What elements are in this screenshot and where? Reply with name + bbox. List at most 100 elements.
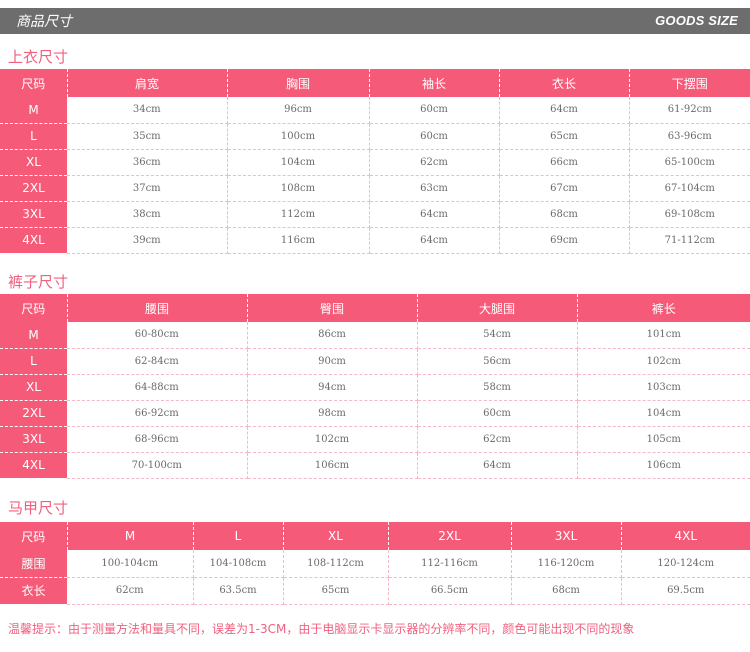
tops-row: 2XL 37cm 108cm 63cm 67cm 67-104cm <box>0 175 750 202</box>
tops-cell: 64cm <box>369 201 500 228</box>
pants-column-header: 臀围 <box>247 294 418 322</box>
tops-section-title: 上衣尺寸 <box>8 48 69 66</box>
pants-row: 2XL 66-92cm 98cm 60cm 104cm <box>0 400 750 427</box>
tops-cell: 67cm <box>499 175 630 202</box>
tops-size-label: XL <box>0 149 67 176</box>
tops-row: L 35cm 100cm 60cm 65cm 63-96cm <box>0 123 750 150</box>
tops-cell: 66cm <box>499 149 630 176</box>
pants-cell: 98cm <box>247 400 418 427</box>
vest-column-header: 2XL <box>388 522 512 550</box>
pants-cell: 56cm <box>417 348 578 375</box>
disclaimer-note: 温馨提示：由于测量方法和量具不同，误差为1-3CM，由于电脑显示卡显示器的分辨率… <box>8 622 635 636</box>
tops-cell: 61-92cm <box>629 97 750 124</box>
pants-cell: 60-80cm <box>67 322 248 349</box>
tops-size-label: 2XL <box>0 175 67 202</box>
vest-column-header: 4XL <box>621 522 750 550</box>
header-title-en: GOODS SIZE <box>655 13 738 28</box>
tops-column-header: 衣长 <box>499 69 630 97</box>
vest-cell: 116-120cm <box>511 550 622 578</box>
vest-cell: 65cm <box>283 577 389 605</box>
vest-cell: 100-104cm <box>67 550 194 578</box>
vest-size-table: 尺码 M L XL 2XL 3XL 4XL 腰围 100-104cm 104-108cm 108-… <box>0 522 750 605</box>
pants-cell: 54cm <box>417 322 578 349</box>
tops-column-header: 袖长 <box>369 69 500 97</box>
vest-row: 腰围 100-104cm 104-108cm 108-112cm 112-116cm 11… <box>0 550 750 578</box>
pants-size-label: L <box>0 348 67 375</box>
pants-cell: 58cm <box>417 374 578 401</box>
tops-cell: 60cm <box>369 97 500 124</box>
vest-size-label: 腰围 <box>0 550 67 578</box>
pants-row: L 62-84cm 90cm 56cm 102cm <box>0 348 750 375</box>
pants-cell: 106cm <box>577 452 750 479</box>
tops-column-header: 尺码 <box>0 69 68 97</box>
tops-cell: 108cm <box>227 175 370 202</box>
vest-cell: 108-112cm <box>283 550 389 578</box>
tops-cell: 96cm <box>227 97 370 124</box>
vest-cell: 69.5cm <box>621 577 750 605</box>
tops-cell: 65cm <box>499 123 630 150</box>
tops-column-header: 胸围 <box>227 69 370 97</box>
pants-cell: 102cm <box>247 426 418 453</box>
header-title-cn: 商品尺寸 <box>16 14 72 30</box>
vest-column-header: M <box>67 522 194 550</box>
vest-section-title: 马甲尺寸 <box>8 499 69 517</box>
vest-cell: 68cm <box>511 577 622 605</box>
vest-row: 衣长 62cm 63.5cm 65cm 66.5cm 68cm 69.5cm <box>0 577 750 605</box>
tops-cell: 69-108cm <box>629 201 750 228</box>
pants-cell: 70-100cm <box>67 452 248 479</box>
vest-cell: 104-108cm <box>193 550 284 578</box>
tops-cell: 35cm <box>67 123 228 150</box>
vest-column-header: 尺码 <box>0 522 68 550</box>
tops-row: XL 36cm 104cm 62cm 66cm 65-100cm <box>0 149 750 176</box>
tops-row: 4XL 39cm 116cm 64cm 69cm 71-112cm <box>0 227 750 254</box>
pants-size-label: XL <box>0 374 67 401</box>
tops-cell: 100cm <box>227 123 370 150</box>
vest-cell: 120-124cm <box>621 550 750 578</box>
tops-cell: 38cm <box>67 201 228 228</box>
pants-cell: 94cm <box>247 374 418 401</box>
tops-cell: 116cm <box>227 227 370 254</box>
pants-cell: 64-88cm <box>67 374 248 401</box>
tops-column-header: 下摆围 <box>629 69 750 97</box>
pants-column-header: 尺码 <box>0 294 68 322</box>
pants-size-label: 3XL <box>0 426 67 453</box>
tops-cell: 63-96cm <box>629 123 750 150</box>
tops-cell: 64cm <box>369 227 500 254</box>
pants-row: 3XL 68-96cm 102cm 62cm 105cm <box>0 426 750 453</box>
tops-row: 3XL 38cm 112cm 64cm 68cm 69-108cm <box>0 201 750 228</box>
tops-cell: 104cm <box>227 149 370 176</box>
tops-size-label: 3XL <box>0 201 67 228</box>
pants-column-header: 裤长 <box>577 294 750 322</box>
pants-size-label: M <box>0 322 67 349</box>
pants-cell: 103cm <box>577 374 750 401</box>
tops-cell: 63cm <box>369 175 500 202</box>
tops-size-table: 尺码 肩宽 胸围 袖长 衣长 下摆围 M 34cm 96cm 60cm 64cm 61-92cm L 3… <box>0 69 750 254</box>
pants-row: M 60-80cm 86cm 54cm 101cm <box>0 322 750 349</box>
pants-column-header: 腰围 <box>67 294 248 322</box>
tops-cell: 69cm <box>499 227 630 254</box>
tops-cell: 37cm <box>67 175 228 202</box>
tops-cell: 65-100cm <box>629 149 750 176</box>
pants-row: XL 64-88cm 94cm 58cm 103cm <box>0 374 750 401</box>
tops-cell: 112cm <box>227 201 370 228</box>
vest-column-header: L <box>193 522 284 550</box>
tops-header-row: 尺码 肩宽 胸围 袖长 衣长 下摆围 <box>0 69 750 97</box>
tops-cell: 71-112cm <box>629 227 750 254</box>
vest-cell: 66.5cm <box>388 577 512 605</box>
tops-size-label: M <box>0 97 67 124</box>
pants-cell: 104cm <box>577 400 750 427</box>
tops-size-label: L <box>0 123 67 150</box>
pants-size-label: 4XL <box>0 452 67 479</box>
vest-column-header: 3XL <box>511 522 622 550</box>
vest-header-row: 尺码 M L XL 2XL 3XL 4XL <box>0 522 750 550</box>
pants-cell: 62cm <box>417 426 578 453</box>
pants-column-header: 大腿围 <box>417 294 578 322</box>
pants-cell: 62-84cm <box>67 348 248 375</box>
pants-cell: 64cm <box>417 452 578 479</box>
tops-cell: 68cm <box>499 201 630 228</box>
tops-cell: 60cm <box>369 123 500 150</box>
tops-cell: 36cm <box>67 149 228 176</box>
pants-cell: 66-92cm <box>67 400 248 427</box>
header-banner: 商品尺寸 GOODS SIZE <box>0 8 750 34</box>
vest-cell: 63.5cm <box>193 577 284 605</box>
